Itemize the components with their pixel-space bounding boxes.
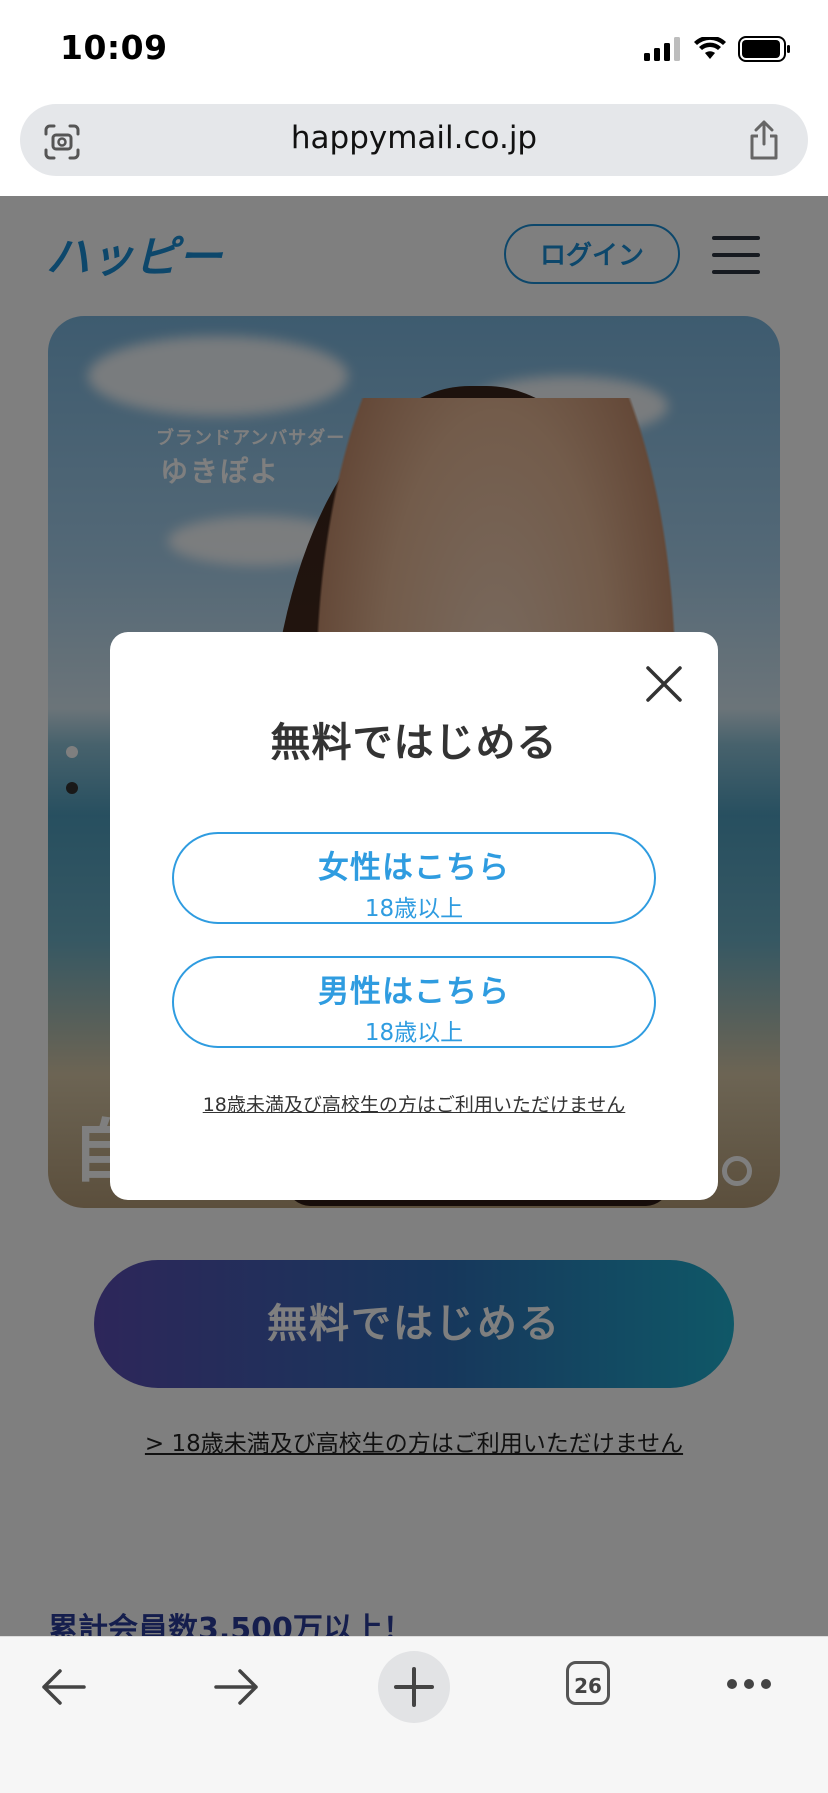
male-signup-label: 男性はこちら [318,974,510,1010]
share-icon[interactable] [746,118,782,162]
cellular-signal-icon [644,37,680,61]
more-icon[interactable] [726,1677,772,1691]
status-bar: 10:09 [0,0,828,100]
browser-toolbar: 26 [0,1636,828,1793]
status-icons [644,36,792,62]
modal-title: 無料ではじめる [270,720,558,766]
address-bar[interactable]: happymail.co.jp [20,104,808,176]
plus-icon [394,1667,434,1707]
female-age-label: 18歳以上 [364,896,464,922]
url-text[interactable]: happymail.co.jp [20,120,808,156]
signup-modal: 無料ではじめる 女性はこちら 18歳以上 男性はこちら 18歳以上 18歳未満及… [110,632,718,1200]
female-signup-button[interactable]: 女性はこちら 18歳以上 [172,832,656,924]
battery-icon [738,36,790,62]
new-tab-button[interactable] [378,1651,450,1723]
tabs-button[interactable]: 26 [566,1661,610,1705]
male-age-label: 18歳以上 [364,1020,464,1046]
modal-age-notice-link[interactable]: 18歳未満及び高校生の方はご利用いただけません [110,1090,718,1117]
wifi-icon [694,37,726,59]
male-signup-button[interactable]: 男性はこちら 18歳以上 [172,956,656,1048]
female-signup-label: 女性はこちら [318,850,510,886]
close-icon[interactable] [642,662,686,706]
forward-arrow-icon[interactable] [212,1667,262,1707]
back-arrow-icon[interactable] [38,1667,88,1707]
status-time: 10:09 [60,28,168,67]
